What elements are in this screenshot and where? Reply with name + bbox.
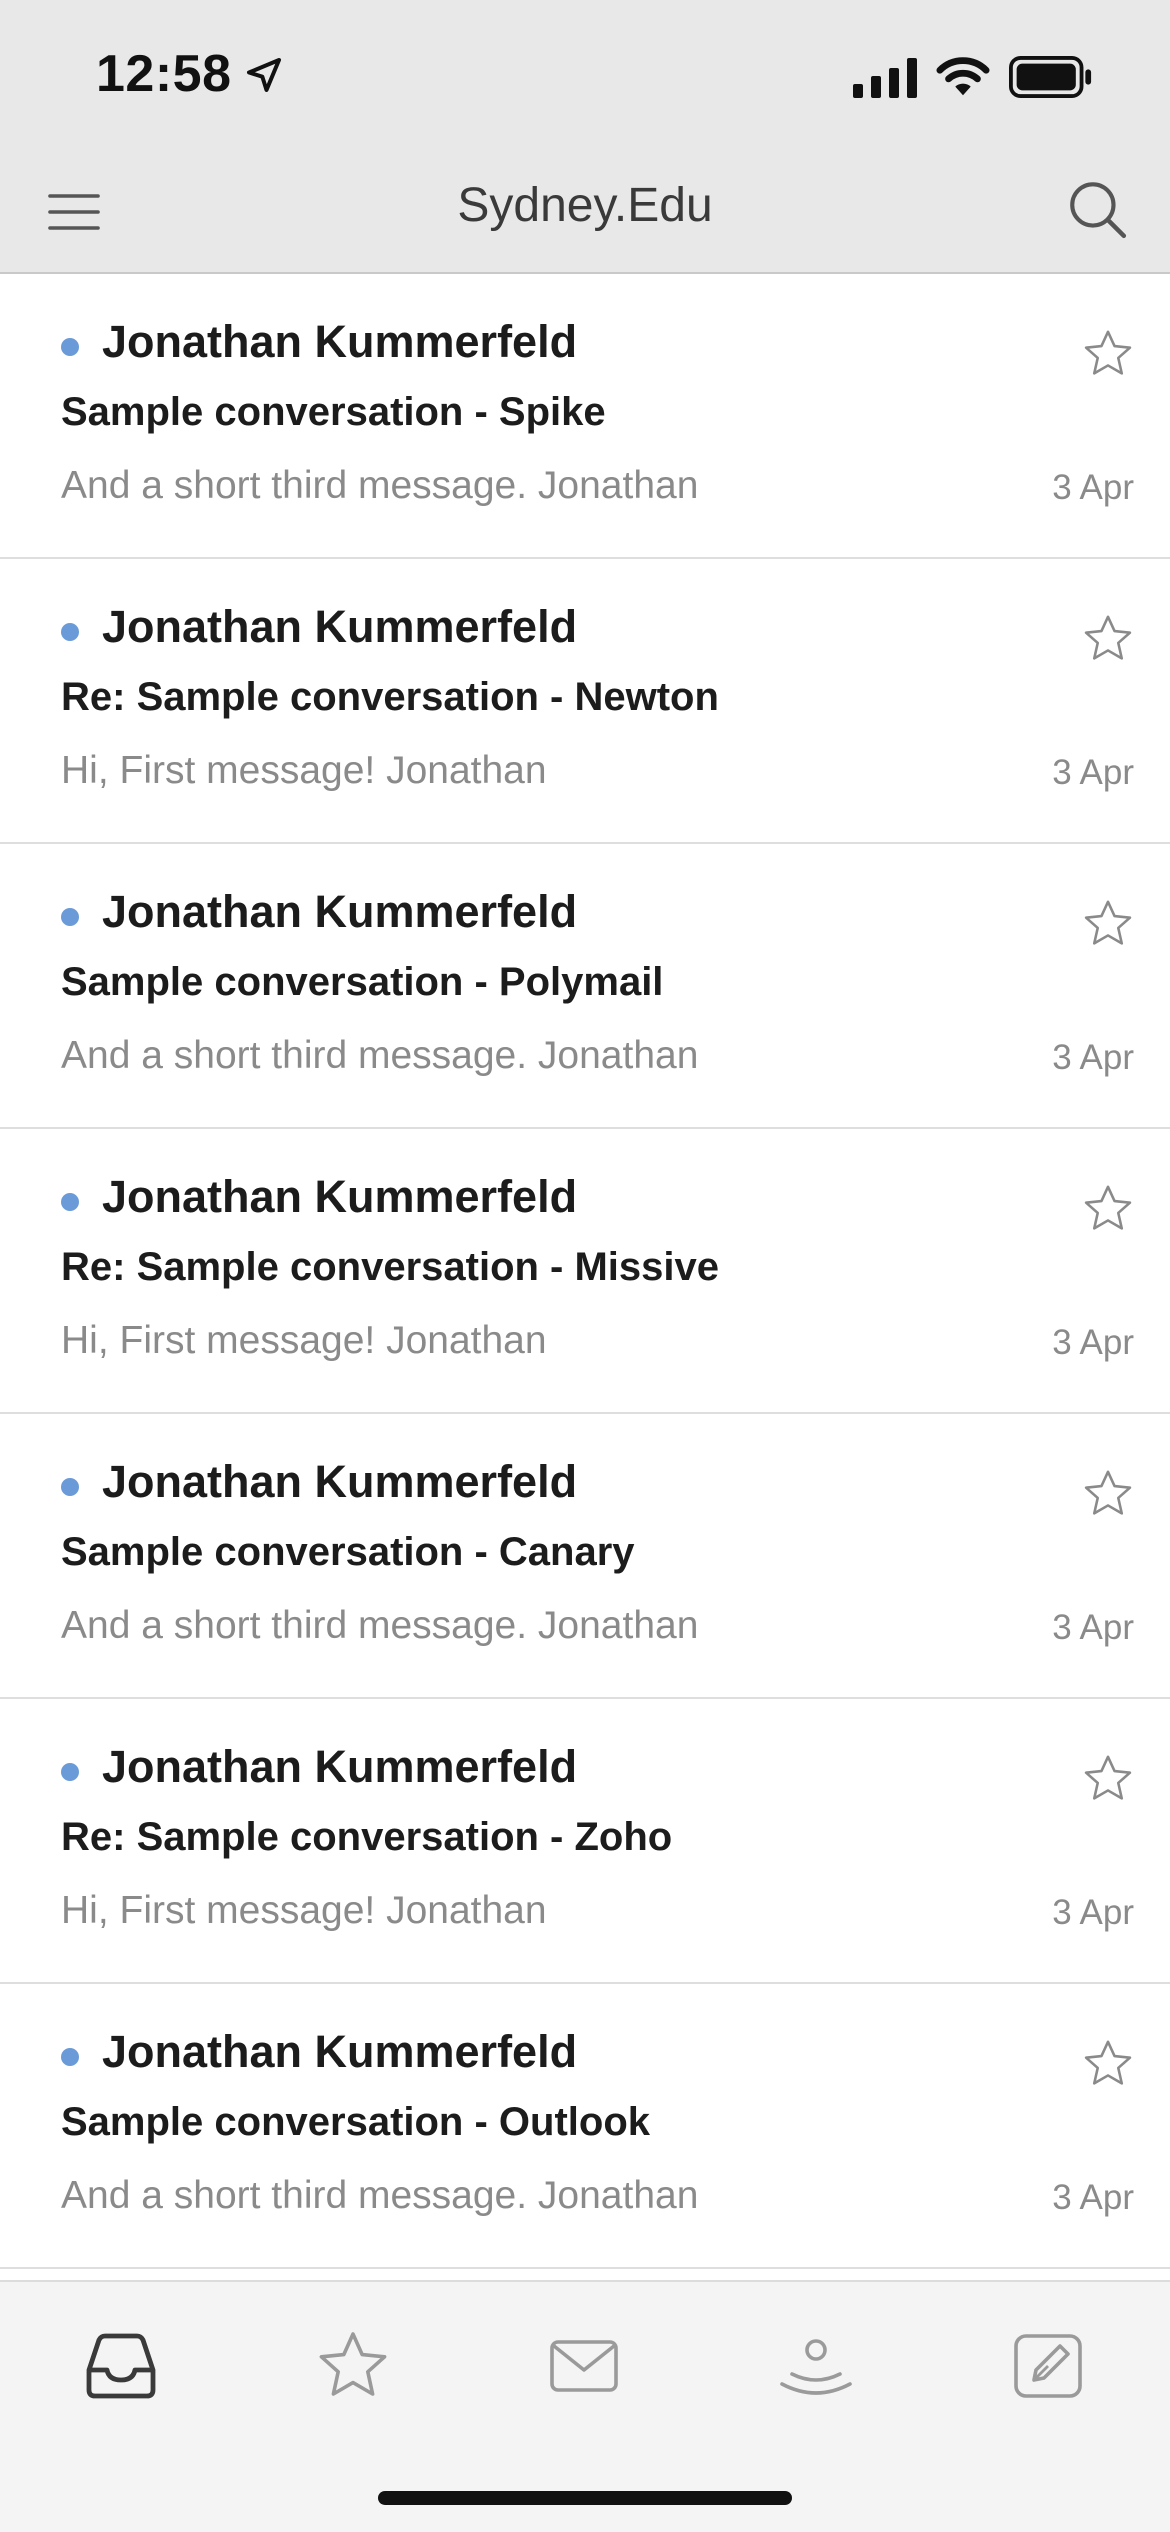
home-indicator[interactable]: [378, 2491, 792, 2505]
message-sender: Jonathan Kummerfeld: [102, 601, 578, 652]
navigation-bar: Sydney.Edu: [0, 150, 1170, 274]
message-date: 3 Apr: [1052, 1608, 1134, 1647]
message-preview: And a short third message. Jonathan: [61, 1034, 699, 1077]
message-date: 3 Apr: [1052, 1893, 1134, 1932]
message-subject: Re: Sample conversation - Newton: [61, 675, 719, 719]
message-preview: Hi, First message! Jonathan: [61, 1889, 547, 1932]
unread-indicator: [61, 1193, 79, 1211]
search-icon[interactable]: [1064, 176, 1130, 242]
unread-indicator: [61, 338, 79, 356]
message-list: Jonathan Kummerfeld Sample conversation …: [0, 274, 1170, 2269]
message-row[interactable]: Jonathan Kummerfeld Sample conversation …: [0, 1984, 1170, 2269]
star-icon[interactable]: [1080, 1466, 1136, 1522]
account-title: Sydney.Edu: [457, 179, 713, 232]
message-subject: Re: Sample conversation - Missive: [61, 1245, 720, 1289]
message-date: 3 Apr: [1052, 753, 1134, 792]
message-subject: Re: Sample conversation - Zoho: [61, 1815, 673, 1859]
message-sender: Jonathan Kummerfeld: [102, 2026, 578, 2077]
star-icon[interactable]: [1080, 1751, 1136, 1807]
message-preview: Hi, First message! Jonathan: [61, 1319, 547, 1362]
star-icon[interactable]: [1080, 611, 1136, 667]
message-date: 3 Apr: [1052, 1323, 1134, 1362]
inbox-icon[interactable]: [81, 2326, 161, 2406]
message-subject: Sample conversation - Spike: [61, 390, 606, 434]
star-icon[interactable]: [1080, 1181, 1136, 1237]
message-sender: Jonathan Kummerfeld: [102, 1741, 578, 1792]
message-sender: Jonathan Kummerfeld: [102, 886, 578, 937]
star-icon[interactable]: [1080, 326, 1136, 382]
message-preview: And a short third message. Jonathan: [61, 464, 699, 507]
unread-indicator: [61, 623, 79, 641]
message-row[interactable]: Jonathan Kummerfeld Sample conversation …: [0, 274, 1170, 559]
status-bar: 12:58: [0, 0, 1170, 150]
location-arrow-icon: [247, 58, 281, 92]
message-preview: And a short third message. Jonathan: [61, 2174, 699, 2217]
message-sender: Jonathan Kummerfeld: [102, 316, 578, 367]
unread-indicator: [61, 908, 79, 926]
message-date: 3 Apr: [1052, 1038, 1134, 1077]
message-row[interactable]: Jonathan Kummerfeld Sample conversation …: [0, 844, 1170, 1129]
message-subject: Sample conversation - Polymail: [61, 960, 664, 1004]
unread-indicator: [61, 1478, 79, 1496]
unread-indicator: [61, 1763, 79, 1781]
message-preview: Hi, First message! Jonathan: [61, 749, 547, 792]
compose-icon[interactable]: [1008, 2326, 1088, 2406]
message-row[interactable]: Jonathan Kummerfeld Re: Sample conversat…: [0, 1699, 1170, 1984]
message-preview: And a short third message. Jonathan: [61, 1604, 699, 1647]
message-sender: Jonathan Kummerfeld: [102, 1171, 578, 1222]
status-time: 12:58: [96, 45, 232, 103]
message-subject: Sample conversation - Outlook: [61, 2100, 651, 2144]
battery-icon: [1009, 56, 1092, 98]
mail-icon[interactable]: [544, 2326, 624, 2406]
cellular-signal-icon: [853, 58, 917, 98]
message-sender: Jonathan Kummerfeld: [102, 1456, 578, 1507]
message-row[interactable]: Jonathan Kummerfeld Re: Sample conversat…: [0, 559, 1170, 844]
message-row[interactable]: Jonathan Kummerfeld Sample conversation …: [0, 1414, 1170, 1699]
message-date: 3 Apr: [1052, 2178, 1134, 2217]
unread-indicator: [61, 2048, 79, 2066]
contacts-icon[interactable]: [776, 2326, 856, 2406]
message-row[interactable]: Jonathan Kummerfeld Re: Sample conversat…: [0, 1129, 1170, 1414]
message-date: 3 Apr: [1052, 468, 1134, 507]
wifi-icon: [936, 57, 990, 96]
message-subject: Sample conversation - Canary: [61, 1530, 635, 1574]
star-icon[interactable]: [1080, 2036, 1136, 2092]
star-icon[interactable]: [1080, 896, 1136, 952]
starred-tab-star-icon[interactable]: [313, 2326, 393, 2406]
